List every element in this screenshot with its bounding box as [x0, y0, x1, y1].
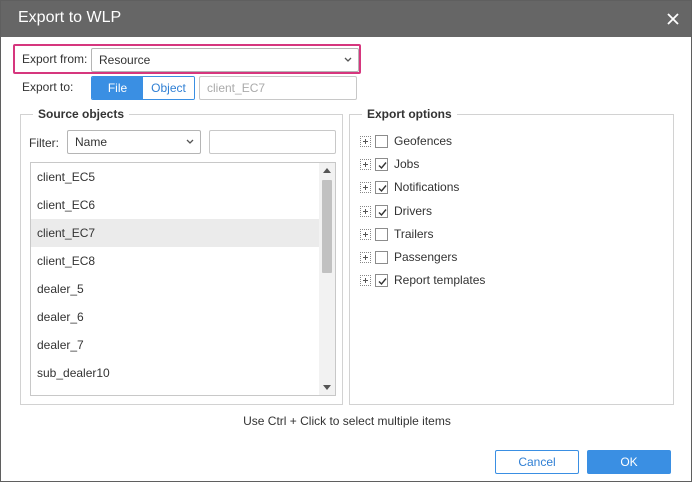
expand-icon[interactable]: [360, 206, 371, 217]
export-to-toggle: File Object: [91, 76, 195, 100]
option-label: Passengers: [394, 250, 458, 264]
option-label: Geofences: [394, 134, 453, 148]
export-from-select[interactable]: Resource: [91, 48, 359, 72]
list-item[interactable]: sub_dealer10: [31, 359, 319, 387]
list-item[interactable]: dealer_7: [31, 331, 319, 359]
expand-icon[interactable]: [360, 229, 371, 240]
multi-select-hint: Use Ctrl + Click to select multiple item…: [243, 414, 451, 428]
scrollbar-thumb[interactable]: [322, 180, 332, 273]
checkmark-icon: [378, 278, 387, 286]
object-button[interactable]: Object: [143, 77, 194, 99]
object-input[interactable]: client_EC7: [199, 76, 357, 100]
option-label: Report templates: [394, 273, 486, 287]
checkmark-icon: [378, 209, 387, 217]
expand-icon[interactable]: [360, 252, 371, 263]
notifications-checkbox[interactable]: [375, 181, 388, 194]
list-scrollbar[interactable]: [319, 163, 335, 395]
jobs-checkbox[interactable]: [375, 158, 388, 171]
list-item[interactable]: dealer_6: [31, 303, 319, 331]
option-label: Notifications: [394, 180, 460, 194]
expand-icon[interactable]: [360, 136, 371, 147]
file-button[interactable]: File: [92, 77, 143, 99]
filter-label: Filter:: [29, 136, 59, 150]
export-dialog: Export to WLP Export from: Resource Expo…: [0, 0, 692, 482]
export-options-legend: Export options: [362, 107, 457, 121]
export-from-label: Export from:: [22, 52, 88, 66]
chevron-down-icon: [186, 139, 194, 144]
option-label: Drivers: [394, 204, 432, 218]
trailers-checkbox[interactable]: [375, 228, 388, 241]
scroll-down-arrow-icon[interactable]: [323, 385, 331, 390]
ok-button[interactable]: OK: [587, 450, 671, 474]
list-item[interactable]: client_EC6: [31, 191, 319, 219]
dialog-title: Export to WLP: [18, 9, 122, 26]
filter-text-input[interactable]: [209, 130, 336, 154]
dialog-titlebar: Export to WLP: [1, 1, 691, 37]
option-label: Trailers: [394, 227, 434, 241]
chevron-down-icon: [344, 57, 352, 62]
geofences-checkbox[interactable]: [375, 135, 388, 148]
source-objects-legend: Source objects: [33, 107, 130, 121]
cancel-button[interactable]: Cancel: [495, 450, 579, 474]
filter-value: Name: [75, 135, 108, 149]
list-item[interactable]: client_EC8: [31, 247, 319, 275]
source-objects-list[interactable]: client_EC5 client_EC6 client_EC7 client_…: [30, 162, 336, 396]
list-item[interactable]: dealer_5: [31, 275, 319, 303]
checkmark-icon: [378, 185, 387, 193]
option-label: Jobs: [394, 157, 420, 171]
filter-select[interactable]: Name: [67, 130, 201, 154]
expand-icon[interactable]: [360, 182, 371, 193]
passengers-checkbox[interactable]: [375, 251, 388, 264]
expand-icon[interactable]: [360, 159, 371, 170]
list-item-selected[interactable]: client_EC7: [31, 219, 319, 247]
checkmark-icon: [378, 162, 387, 170]
scroll-up-arrow-icon[interactable]: [323, 168, 331, 173]
drivers-checkbox[interactable]: [375, 205, 388, 218]
export-to-label: Export to:: [22, 80, 74, 94]
export-from-value: Resource: [99, 53, 151, 67]
close-icon[interactable]: [663, 9, 683, 29]
expand-icon[interactable]: [360, 275, 371, 286]
report-templates-checkbox[interactable]: [375, 274, 388, 287]
list-item[interactable]: client_EC5: [31, 163, 319, 191]
